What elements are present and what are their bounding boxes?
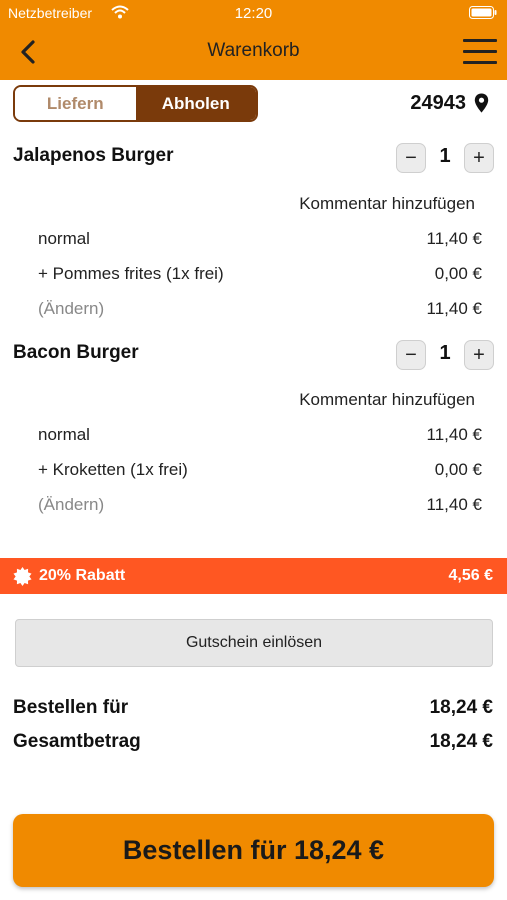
redeem-voucher-button[interactable]: Gutschein einlösen — [15, 619, 493, 667]
variant-price: 11,40 € — [426, 229, 482, 248]
battery-icon — [469, 6, 497, 19]
order-for-value: 18,24 € — [429, 697, 493, 718]
variant-label: normal — [38, 229, 90, 248]
side-price: 0,00 € — [434, 460, 482, 479]
change-link[interactable]: (Ändern) — [38, 299, 104, 319]
side-label: + Kroketten (1x frei) — [38, 460, 188, 479]
discount-value: 4,56 € — [448, 567, 493, 584]
delivery-mode-toggle: Liefern Abholen — [13, 85, 258, 122]
quantity-value: 1 — [439, 145, 451, 167]
variant-price: 11,40 € — [426, 425, 482, 444]
status-bar: Netzbetreiber 12:20 — [0, 0, 507, 26]
quantity-stepper: − 1 + — [394, 143, 496, 173]
pickup-option[interactable]: Abholen — [135, 87, 256, 120]
discount-bar: 20% Rabatt 4,56 € — [0, 558, 507, 594]
plus-icon[interactable]: + — [464, 143, 494, 173]
item-name: Jalapenos Burger — [13, 145, 174, 166]
map-pin-icon[interactable] — [474, 93, 489, 113]
side-label: + Pommes frites (1x frei) — [38, 264, 224, 283]
change-link[interactable]: (Ändern) — [38, 495, 104, 515]
minus-icon[interactable]: − — [396, 143, 426, 173]
total-label: Gesamtbetrag — [13, 731, 141, 752]
badge-icon — [13, 567, 32, 586]
order-for-label: Bestellen für — [13, 697, 129, 718]
hamburger-menu-icon[interactable] — [463, 39, 497, 65]
side-price: 0,00 € — [434, 264, 482, 283]
item-name: Bacon Burger — [13, 342, 139, 363]
place-order-button[interactable]: Bestellen für 18,24 € — [13, 814, 494, 887]
total-value: 18,24 € — [429, 731, 493, 752]
page-title: Warenkorb — [207, 40, 300, 61]
quantity-stepper: − 1 + — [394, 340, 496, 370]
deliver-option[interactable]: Liefern — [15, 87, 136, 120]
add-comment-link[interactable]: Kommentar hinzufügen — [299, 194, 475, 214]
zip-code[interactable]: 24943 — [410, 92, 466, 115]
item-total: 11,40 € — [426, 495, 482, 514]
discount-label: 20% Rabatt — [39, 567, 126, 584]
variant-label: normal — [38, 425, 90, 444]
item-total: 11,40 € — [426, 299, 482, 318]
add-comment-link[interactable]: Kommentar hinzufügen — [299, 390, 475, 410]
quantity-value: 1 — [439, 342, 451, 364]
status-time: 12:20 — [234, 5, 273, 22]
app-header: Netzbetreiber 12:20 Warenkorb — [0, 0, 507, 80]
plus-icon[interactable]: + — [464, 340, 494, 370]
minus-icon[interactable]: − — [396, 340, 426, 370]
